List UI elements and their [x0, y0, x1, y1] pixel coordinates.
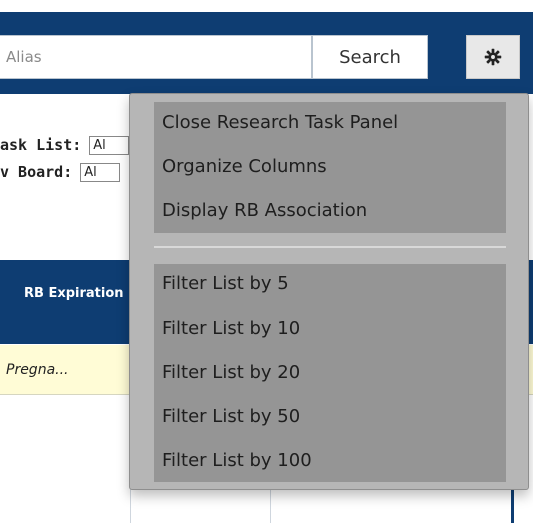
settings-dropdown-menu: Close Research Task Panel Organize Colum… — [129, 93, 529, 490]
column-header-rb-expiration[interactable]: RB Expiration — [24, 285, 134, 302]
task-list-filter-select[interactable]: Al — [89, 135, 130, 155]
gear-icon — [484, 48, 502, 66]
menu-item-display-rb-association[interactable]: Display RB Association — [162, 200, 367, 224]
menu-divider — [154, 246, 506, 248]
menu-item-filter-list-by-5[interactable]: Filter List by 5 — [162, 273, 289, 297]
settings-button[interactable] — [466, 35, 520, 79]
task-list-filter-label: ask List: — [0, 136, 82, 154]
menu-item-filter-list-by-100[interactable]: Filter List by 100 — [162, 450, 312, 474]
review-board-filter-label: v Board: — [0, 163, 73, 181]
review-board-filter-select[interactable]: Al — [80, 162, 121, 182]
menu-item-filter-list-by-10[interactable]: Filter List by 10 — [162, 318, 300, 342]
alias-search-input[interactable] — [0, 35, 312, 79]
app-root: Search ask List: Al v Board: Al RB Expir… — [0, 0, 533, 523]
search-button[interactable]: Search — [312, 35, 428, 79]
table-cell-study-title: Pregna... — [6, 362, 69, 378]
menu-item-close-research-task-panel[interactable]: Close Research Task Panel — [162, 112, 398, 136]
search-button-label: Search — [339, 46, 401, 68]
menu-item-organize-columns[interactable]: Organize Columns — [162, 156, 327, 180]
menu-item-filter-list-by-50[interactable]: Filter List by 50 — [162, 406, 300, 430]
review-board-filter: v Board: Al — [0, 161, 121, 183]
menu-item-filter-list-by-20[interactable]: Filter List by 20 — [162, 362, 300, 386]
task-list-filter: ask List: Al — [0, 134, 130, 156]
